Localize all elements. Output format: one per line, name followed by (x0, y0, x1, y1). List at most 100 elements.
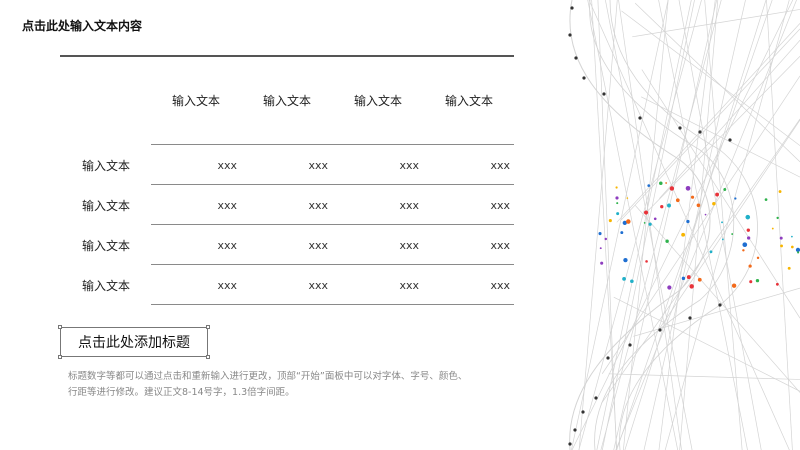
color-particle (648, 222, 652, 226)
network-node (628, 343, 632, 347)
resize-handle[interactable] (58, 355, 62, 359)
network-line (658, 0, 748, 450)
color-particle (643, 222, 646, 224)
color-particle (615, 186, 618, 189)
network-node (606, 356, 610, 360)
color-particle (645, 260, 648, 263)
color-particle (669, 186, 675, 191)
table-cell: xxx (308, 279, 328, 292)
color-particle (616, 202, 619, 205)
network-line (633, 287, 800, 337)
network-node (678, 126, 682, 130)
color-particle (630, 279, 634, 284)
color-particle (742, 249, 745, 252)
color-particle (615, 196, 619, 200)
network-node (573, 428, 577, 432)
color-particle (647, 184, 651, 187)
network-nodes (568, 6, 732, 446)
table-cell: xxx (308, 199, 328, 212)
color-particle (776, 216, 779, 220)
network-node (718, 303, 722, 307)
network-line (624, 0, 767, 450)
color-particle (665, 182, 668, 184)
network-line (647, 56, 800, 212)
subtitle-textbox[interactable]: 点击此处添加标题 (58, 325, 210, 359)
network-line (615, 0, 797, 450)
network-line (578, 0, 702, 450)
network-line (618, 0, 682, 450)
body-paragraph: 标题数字等都可以通过点击和重新输入进行更改，顶部“开始”面板中可以对字体、字号、… (68, 369, 508, 401)
row-label: 输入文本 (81, 159, 130, 173)
network-node (568, 33, 572, 37)
color-particle (681, 276, 686, 281)
network-line (634, 2, 800, 163)
color-particle (787, 266, 791, 270)
color-particle (721, 238, 724, 241)
network-line (643, 0, 746, 450)
network-node (594, 396, 598, 400)
row-divider (151, 184, 514, 185)
color-particle (779, 236, 783, 240)
color-particle (685, 185, 691, 191)
color-particle (775, 282, 779, 286)
network-line (664, 0, 790, 450)
network-node (638, 116, 642, 120)
row-label: 输入文本 (81, 279, 130, 293)
color-particle (620, 231, 624, 235)
color-particle (622, 277, 626, 281)
network-line (659, 40, 800, 199)
resize-handle[interactable] (58, 325, 62, 329)
table-cell: xxx (399, 239, 419, 252)
network-line (588, 0, 790, 450)
column-header: 输入文本 (262, 94, 311, 108)
network-line (596, 0, 692, 450)
network-lines (569, 0, 800, 450)
column-header: 输入文本 (353, 94, 402, 108)
color-particle (797, 251, 800, 254)
table-cell: xxx (399, 279, 419, 292)
color-particle (755, 278, 760, 283)
network-line (621, 28, 800, 220)
color-particle (746, 236, 751, 240)
color-particle (712, 201, 716, 206)
color-particle (795, 247, 800, 252)
color-particle (780, 244, 783, 248)
color-particle (686, 219, 690, 224)
color-particle (675, 198, 680, 203)
color-particle (667, 285, 672, 290)
color-particle (756, 256, 760, 260)
color-particle (599, 247, 602, 250)
network-line (613, 296, 800, 392)
network-node (658, 328, 662, 332)
color-particle (696, 203, 701, 208)
network-line (578, 0, 618, 450)
network-line (634, 205, 800, 393)
table-cell: xxx (490, 159, 510, 172)
color-particle (734, 197, 737, 200)
network-node (602, 92, 606, 96)
network-line (679, 0, 719, 450)
network-node (581, 410, 585, 414)
network-line (616, 23, 800, 223)
table-cell: xxx (217, 279, 237, 292)
row-divider (151, 264, 514, 265)
body-line: 行距等进行修改。建议正文8-14号字，1.3倍字间距。 (68, 387, 295, 398)
network-node (570, 6, 574, 10)
network-line (597, 0, 617, 450)
color-particle (745, 214, 751, 220)
network-line (640, 96, 800, 178)
color-particle (600, 261, 604, 265)
network-line (641, 69, 800, 319)
resize-handle[interactable] (206, 355, 210, 359)
network-curve (589, 0, 735, 450)
color-particle (667, 203, 671, 208)
row-divider (151, 144, 514, 145)
resize-handle[interactable] (206, 325, 210, 329)
network-curve (609, 0, 758, 450)
data-table: 输入文本 输入文本 输入文本 输入文本 输入文本 xxx xxx xxx xxx… (0, 0, 560, 320)
color-particle (749, 280, 753, 284)
color-particle (604, 237, 608, 241)
table-cell: xxx (308, 239, 328, 252)
color-particle (665, 239, 669, 243)
table-cell: xxx (490, 239, 510, 252)
